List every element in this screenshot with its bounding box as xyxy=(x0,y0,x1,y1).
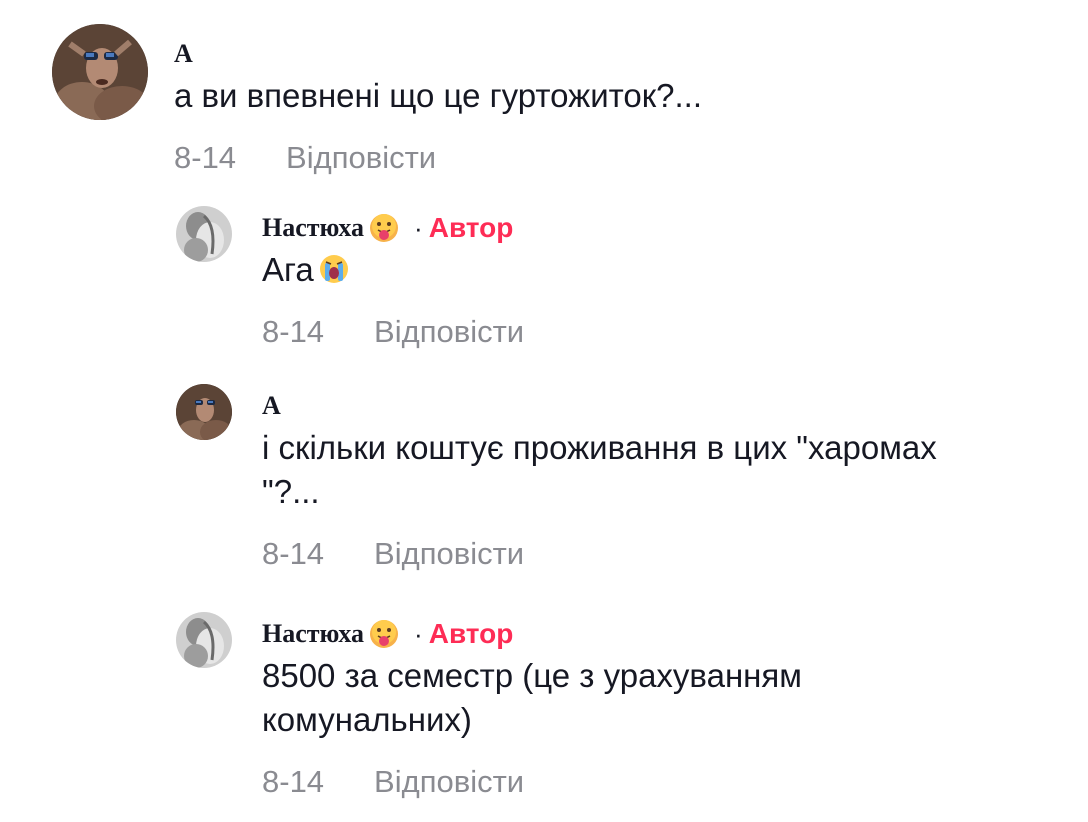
user-avatar[interactable] xyxy=(176,206,232,262)
avatar-photo-icon xyxy=(176,612,232,668)
user-avatar[interactable] xyxy=(176,384,232,440)
comment-text-content: Ага xyxy=(262,251,314,288)
separator-dot: · xyxy=(414,213,423,243)
reply-button[interactable]: Відповісти xyxy=(374,762,524,802)
comment-date: 8-14 xyxy=(262,536,325,571)
author-badge: Автор xyxy=(428,618,514,649)
comment-text: а ви впевнені що це гуртожиток?... xyxy=(174,77,703,114)
face-with-tongue-icon xyxy=(368,618,400,650)
comment-item: A а ви впевнені що це гуртожиток?... 8-1… xyxy=(52,24,974,178)
comment-date: 8-14 xyxy=(262,314,325,349)
avatar-photo-icon xyxy=(52,24,148,120)
comment-text: Ага xyxy=(262,248,1062,292)
comment-date: 8-14 xyxy=(174,140,237,175)
loudly-crying-face-icon xyxy=(318,252,350,284)
author-badge: Автор xyxy=(428,212,514,243)
avatar-photo-icon xyxy=(176,384,232,440)
reply-button[interactable]: Відповісти xyxy=(374,534,524,574)
comment-text: і скільки коштує проживання в цих "харом… xyxy=(262,429,937,510)
reply-button[interactable]: Відповісти xyxy=(374,312,524,352)
reply-button[interactable]: Відповісти xyxy=(286,138,436,178)
separator-dot: · xyxy=(414,619,423,649)
username[interactable]: Настюха xyxy=(262,618,364,650)
username[interactable]: A xyxy=(174,38,193,70)
avatar-photo-icon xyxy=(176,206,232,262)
reply-comment-item: Настюха · Автор 8500 за семестр (це з ур… xyxy=(176,612,1062,802)
reply-comment-item: Настюха · Автор Ага 8-14 Відповісти xyxy=(176,206,1062,352)
face-with-tongue-icon xyxy=(368,212,400,244)
reply-comment-item: A і скільки коштує проживання в цих "хар… xyxy=(176,384,1062,574)
comment-date: 8-14 xyxy=(262,764,325,799)
user-avatar[interactable] xyxy=(176,612,232,668)
username[interactable]: Настюха xyxy=(262,212,364,244)
comment-text: 8500 за семестр (це з урахуванням комуна… xyxy=(262,657,802,738)
user-avatar[interactable] xyxy=(52,24,148,120)
username[interactable]: A xyxy=(262,390,281,422)
